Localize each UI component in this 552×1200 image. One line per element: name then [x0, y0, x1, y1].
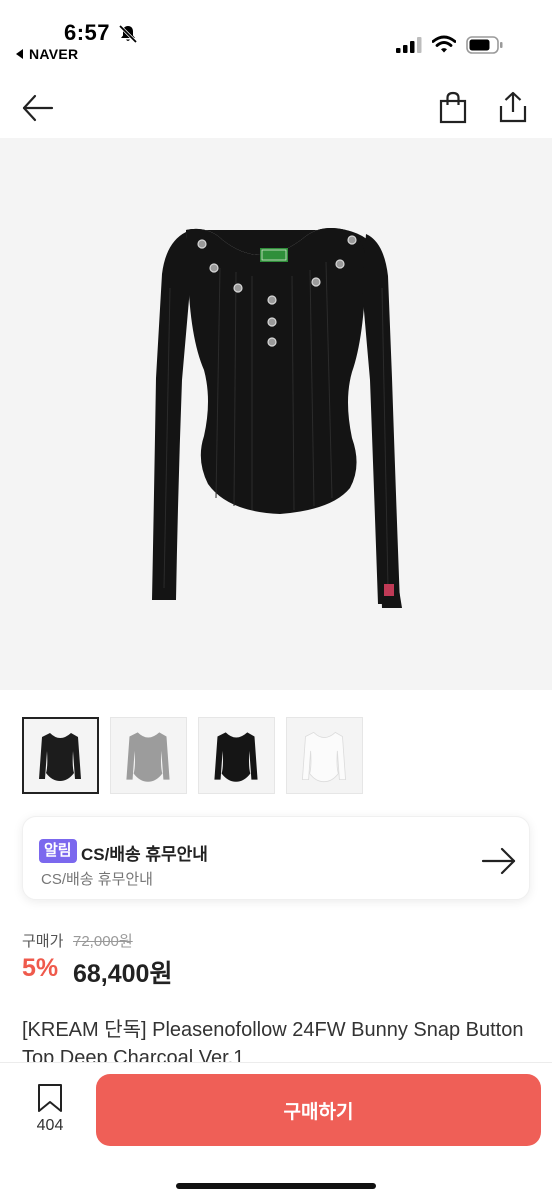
current-price: 68,400원: [73, 960, 173, 988]
bookmark-icon: [38, 1084, 62, 1112]
status-time: 6:57: [64, 20, 111, 45]
notice-title: CS/배송 휴무안내: [81, 845, 208, 864]
buy-button[interactable]: 구매하기: [96, 1074, 541, 1146]
back-triangle-icon: [16, 49, 23, 59]
bell-off-icon: [118, 24, 138, 44]
back-app-label: NAVER: [29, 46, 79, 62]
arrow-right-icon[interactable]: [481, 847, 517, 875]
thumbnail-2[interactable]: [110, 717, 187, 794]
wifi-icon: [432, 35, 456, 53]
back-arrow-icon[interactable]: [20, 92, 56, 124]
notice-badge: 알림: [39, 839, 77, 863]
cellular-signal-icon: [396, 37, 422, 53]
wishlist-count: 404: [36, 1117, 64, 1134]
product-title: [KREAM 단독] Pleasenofollow 24FW Bunny Sna…: [22, 1019, 524, 1064]
share-icon[interactable]: [498, 90, 528, 124]
notice-banner[interactable]: 알림 CS/배송 휴무안내 CS/배송 휴무안내: [22, 816, 530, 900]
wishlist-button[interactable]: 404: [26, 1083, 74, 1139]
thumbnail-4[interactable]: [286, 717, 363, 794]
sweater-illustration: [152, 228, 402, 608]
home-indicator: [176, 1183, 376, 1189]
original-price: 72,000원: [73, 933, 133, 950]
thumbnail-sweater-icon: [126, 732, 170, 782]
thumbnail-sweater-icon: [214, 732, 258, 782]
nav-bar: [0, 80, 552, 136]
battery-icon: [466, 36, 503, 54]
thumbnail-3[interactable]: [198, 717, 275, 794]
price-label: 구매가: [22, 933, 64, 950]
notice-subtitle: CS/배송 휴무안내: [41, 871, 153, 888]
shopping-bag-icon[interactable]: [438, 90, 468, 124]
status-bar: 6:57 NAVER: [0, 0, 552, 70]
discount-rate: 5%: [22, 954, 59, 982]
back-to-app-link[interactable]: NAVER: [16, 46, 78, 62]
thumbnail-1[interactable]: [22, 717, 99, 794]
thumbnail-sweater-icon: [301, 731, 347, 783]
product-image[interactable]: [0, 138, 552, 690]
thumbnail-sweater-icon: [39, 733, 81, 781]
bottom-action-bar: 404 구매하기: [0, 1062, 552, 1200]
